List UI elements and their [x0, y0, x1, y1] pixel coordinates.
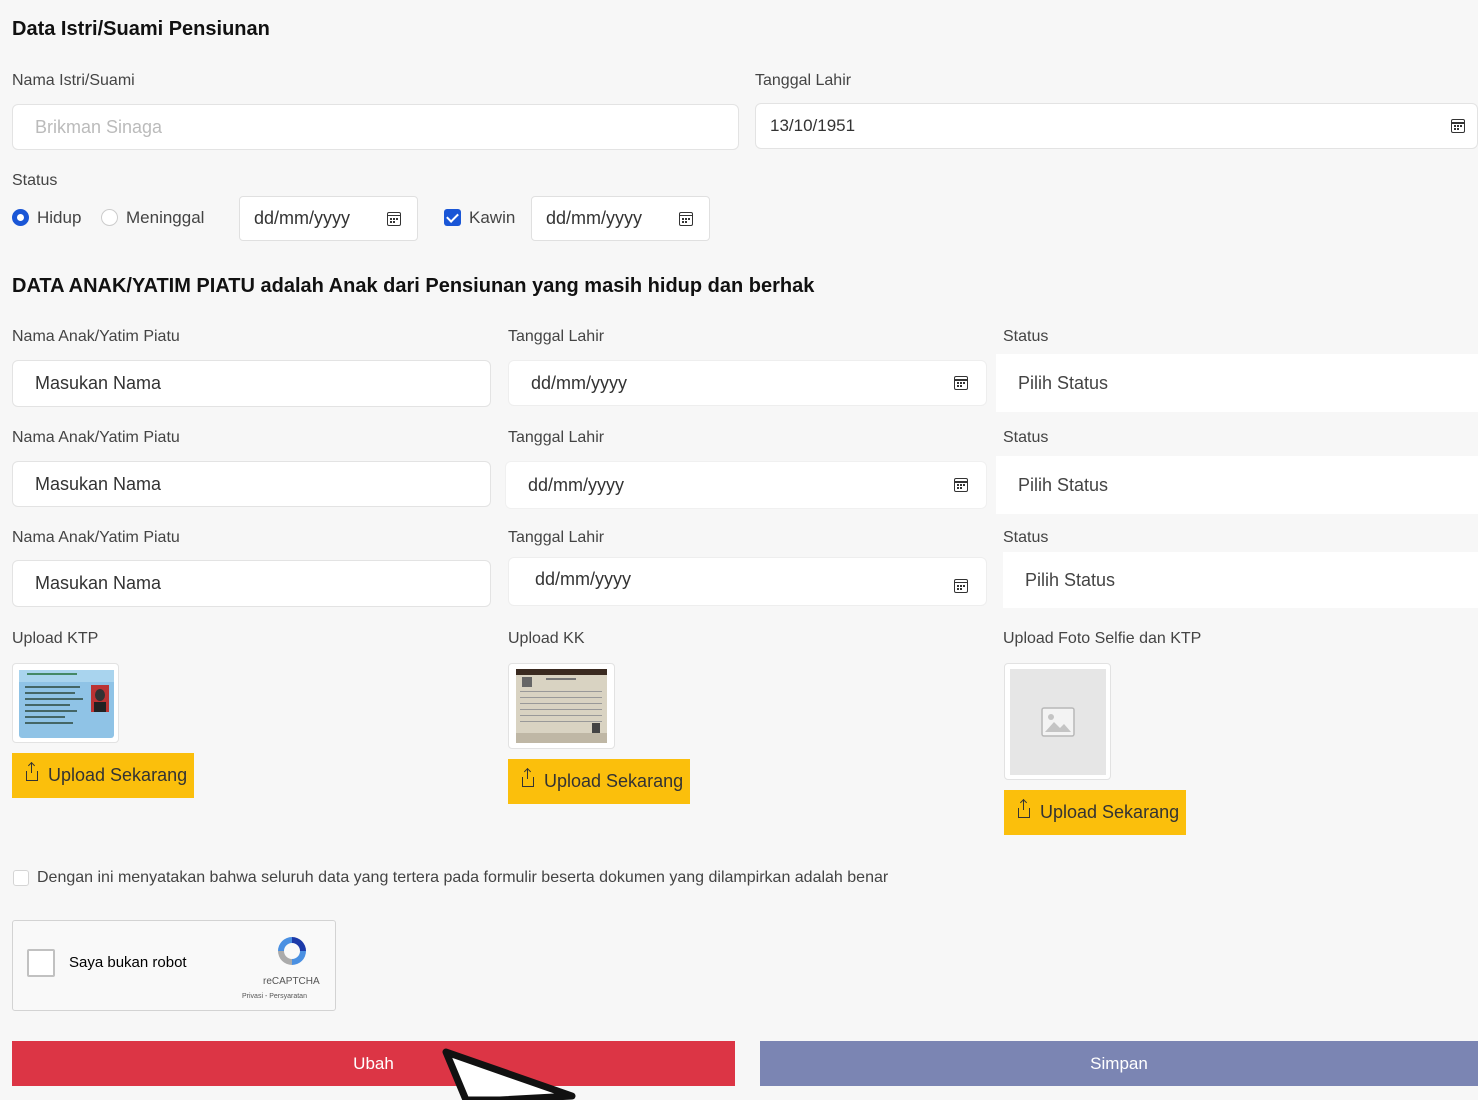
child-dob-input[interactable]: dd/mm/yyyy	[508, 557, 987, 606]
child-name-input[interactable]: Masukan Nama	[12, 461, 491, 507]
upload-selfie-button[interactable]: Upload Sekarang	[1004, 790, 1186, 835]
calendar-icon[interactable]	[387, 211, 401, 226]
kk-document-image	[516, 669, 607, 743]
death-date-input[interactable]: dd/mm/yyyy	[239, 196, 418, 241]
calendar-icon[interactable]	[1451, 119, 1465, 133]
save-button[interactable]: Simpan	[760, 1041, 1478, 1086]
child-name-label: Nama Anak/Yatim Piatu	[12, 429, 180, 446]
calendar-icon[interactable]	[954, 478, 968, 492]
recaptcha-logo-icon	[278, 937, 306, 965]
child-dob-label: Tanggal Lahir	[508, 529, 605, 546]
ktp-thumbnail	[12, 663, 119, 743]
upload-icon	[1018, 799, 1030, 818]
child-name-label: Nama Anak/Yatim Piatu	[12, 328, 180, 345]
spouse-status-label: Status	[12, 172, 58, 189]
calendar-icon[interactable]	[679, 211, 693, 226]
child-name-input[interactable]: Masukan Nama	[12, 360, 491, 407]
image-placeholder	[1010, 669, 1106, 775]
married-label[interactable]: Kawin	[469, 208, 515, 228]
upload-ktp-button[interactable]: Upload Sekarang	[12, 753, 194, 798]
children-section-title: DATA ANAK/YATIM PIATU adalah Anak dari P…	[12, 275, 815, 297]
calendar-icon[interactable]	[954, 578, 968, 593]
child-status-label: Status	[1003, 328, 1049, 345]
upload-kk-button[interactable]: Upload Sekarang	[508, 759, 690, 804]
child-name-input[interactable]: Masukan Nama	[12, 560, 491, 607]
kk-thumbnail	[508, 663, 615, 749]
child-dob-label: Tanggal Lahir	[508, 328, 605, 345]
married-date-input[interactable]: dd/mm/yyyy	[531, 196, 710, 241]
status-deceased-label[interactable]: Meninggal	[126, 208, 204, 228]
child-status-select[interactable]: Pilih Status	[1003, 552, 1478, 608]
child-name-label: Nama Anak/Yatim Piatu	[12, 529, 180, 546]
spouse-dob-input[interactable]: 13/10/1951	[755, 103, 1478, 149]
child-status-select[interactable]: Pilih Status	[996, 354, 1478, 412]
recaptcha-checkbox[interactable]	[27, 949, 55, 977]
status-alive-label[interactable]: Hidup	[37, 208, 81, 228]
married-checkbox[interactable]	[444, 209, 461, 226]
spouse-name-input[interactable]: Brikman Sinaga	[12, 104, 739, 150]
agreement-text[interactable]: Dengan ini menyatakan bahwa seluruh data…	[37, 869, 888, 887]
upload-selfie-label: Upload Foto Selfie dan KTP	[1003, 630, 1202, 647]
mouse-cursor-icon	[442, 1048, 576, 1100]
spouse-name-label: Nama Istri/Suami	[12, 72, 135, 89]
calendar-icon[interactable]	[954, 376, 968, 390]
upload-icon	[522, 768, 534, 787]
upload-icon	[26, 762, 38, 781]
edit-button[interactable]: Ubah	[12, 1041, 735, 1086]
upload-kk-label: Upload KK	[508, 630, 585, 647]
spouse-dob-label: Tanggal Lahir	[755, 72, 852, 89]
child-status-label: Status	[1003, 529, 1049, 546]
recaptcha-label: Saya bukan robot	[69, 954, 187, 971]
image-placeholder-icon	[1041, 707, 1075, 737]
spouse-section-title: Data Istri/Suami Pensiunan	[12, 18, 270, 40]
recaptcha-widget: Saya bukan robot reCAPTCHA Privasi - Per…	[12, 920, 336, 1011]
upload-ktp-label: Upload KTP	[12, 630, 99, 647]
child-dob-input[interactable]: dd/mm/yyyy	[505, 461, 987, 509]
selfie-thumbnail	[1004, 663, 1111, 780]
ktp-card-image	[19, 670, 114, 738]
recaptcha-links[interactable]: Privasi - Persyaratan	[242, 993, 307, 1000]
recaptcha-brand: reCAPTCHA	[263, 976, 320, 987]
child-dob-label: Tanggal Lahir	[508, 429, 605, 446]
child-status-label: Status	[1003, 429, 1049, 446]
status-alive-radio[interactable]	[12, 209, 29, 226]
child-status-select[interactable]: Pilih Status	[996, 456, 1478, 514]
agreement-checkbox[interactable]	[13, 870, 29, 886]
status-deceased-radio[interactable]	[101, 209, 118, 226]
child-dob-input[interactable]: dd/mm/yyyy	[508, 360, 987, 406]
